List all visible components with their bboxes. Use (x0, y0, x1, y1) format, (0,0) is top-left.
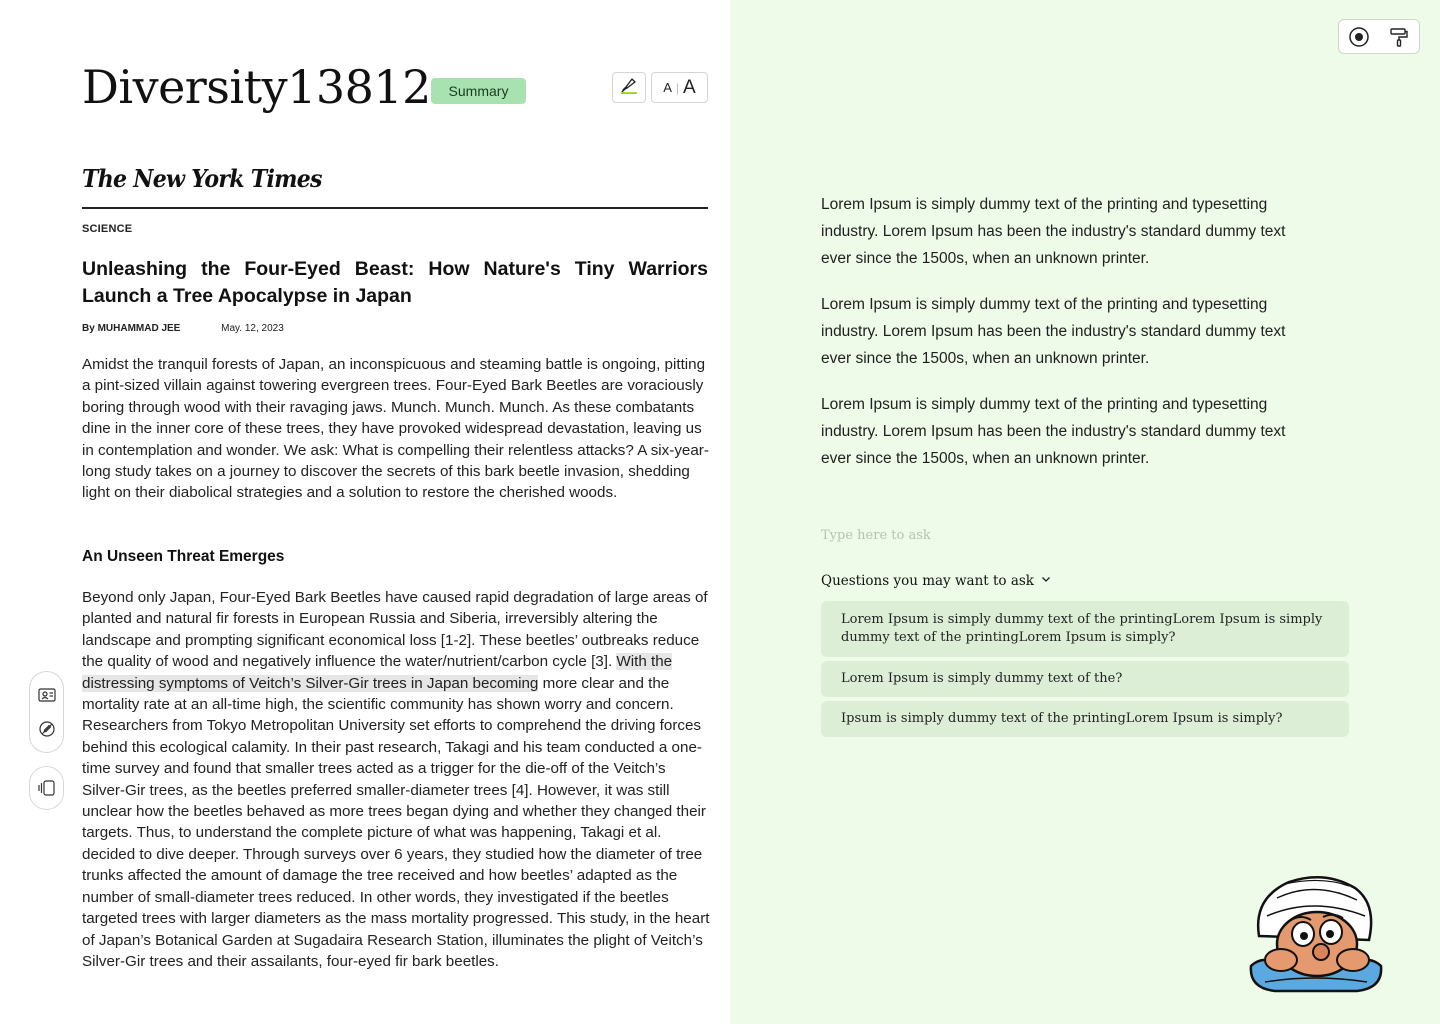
summary-text: Lorem Ipsum is simply dummy text of the … (821, 191, 1311, 491)
highlighter-button[interactable] (612, 72, 646, 103)
suggested-questions-list: Lorem Ipsum is simply dummy text of the … (821, 601, 1349, 737)
byline-author: MUHAMMAD JEE (97, 323, 181, 334)
article-section: SCIENCE (82, 223, 133, 235)
summary-paragraph: Lorem Ipsum is simply dummy text of the … (821, 196, 1286, 267)
suggested-question[interactable]: Lorem Ipsum is simply dummy text of the … (821, 601, 1349, 657)
masthead-divider (82, 207, 708, 209)
chevron-down-icon (1040, 573, 1052, 589)
article-byline: By MUHAMMAD JEE May. 12, 2023 (82, 323, 284, 334)
suggested-questions-toggle[interactable]: Questions you may want to ask (821, 573, 1052, 589)
record-icon[interactable] (1347, 25, 1371, 49)
paragraph-2-text-before: Beyond only Japan, Four-Eyed Bark Beetle… (82, 589, 708, 671)
summary-paragraph: Lorem Ipsum is simply dummy text of the … (821, 396, 1286, 467)
assistant-mascot-icon[interactable] (1245, 870, 1387, 996)
panel-toggle-icon (36, 777, 58, 799)
paragraph-2-text-after: more clear and the mortality rate at an … (82, 674, 710, 970)
top-toolbar (1338, 19, 1420, 54)
highlighter-icon (619, 75, 639, 100)
article-paragraph-1: Amidst the tranquil forests of Japan, an… (82, 356, 709, 502)
suggested-question[interactable]: Lorem Ipsum is simply dummy text of the? (821, 661, 1349, 697)
article-paragraph-2: Beyond only Japan, Four-Eyed Bark Beetle… (82, 587, 712, 972)
font-size-small-label: A (663, 80, 672, 95)
byline-prefix: By (82, 323, 95, 334)
side-toolbar (29, 671, 64, 753)
ask-input[interactable] (821, 522, 1301, 548)
summary-pane: Lorem Ipsum is simply dummy text of the … (730, 0, 1440, 1024)
byline-date: May. 12, 2023 (221, 323, 284, 334)
document-pane: Diversity13812. Summary A | A The New Yo… (0, 0, 730, 1024)
suggested-question[interactable]: Ipsum is simply dummy text of the printi… (821, 701, 1349, 737)
no-edit-icon[interactable] (36, 718, 58, 740)
person-card-icon[interactable] (36, 684, 58, 706)
font-size-button[interactable]: A | A (651, 72, 708, 103)
article-headline: Unleashing the Four-Eyed Beast: How Natu… (82, 258, 708, 307)
panel-toggle-button[interactable] (29, 766, 64, 810)
suggested-questions-header: Questions you may want to ask (821, 573, 1034, 589)
publication-logo: The New York Times (82, 164, 322, 193)
summary-paragraph: Lorem Ipsum is simply dummy text of the … (821, 296, 1286, 367)
font-size-large-label: A (683, 76, 696, 98)
document-title: Diversity13812. (82, 60, 446, 114)
font-size-separator: | (675, 80, 680, 95)
summary-badge[interactable]: Summary (431, 78, 526, 104)
paint-roller-icon[interactable] (1387, 25, 1411, 49)
article-subheading: An Unseen Threat Emerges (82, 548, 285, 565)
